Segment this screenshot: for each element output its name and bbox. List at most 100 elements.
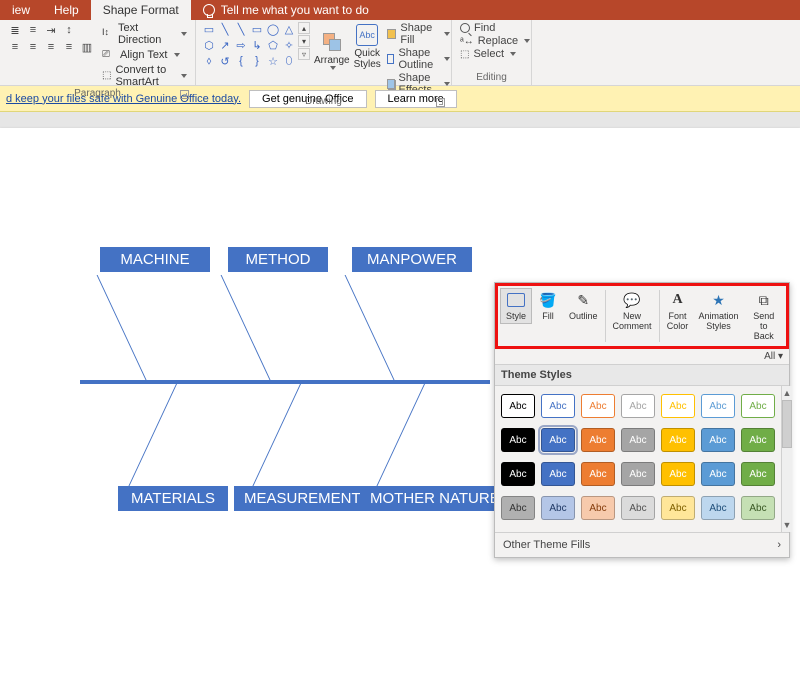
fish-label-measurements[interactable]: MEASUREMENTS bbox=[234, 486, 381, 511]
theme-style-swatch[interactable]: Abc bbox=[741, 462, 775, 486]
animation-styles-tool[interactable]: ★Animation Styles bbox=[694, 288, 744, 334]
theme-style-swatch[interactable]: Abc bbox=[741, 428, 775, 452]
theme-style-swatch[interactable]: Abc bbox=[741, 394, 775, 418]
scroll-down-icon[interactable]: ▼ bbox=[782, 520, 792, 530]
align-text-button[interactable]: Align Text bbox=[100, 48, 189, 62]
theme-style-swatch[interactable]: Abc bbox=[701, 462, 735, 486]
replace-icon: ᵃ↔ bbox=[460, 36, 474, 47]
theme-styles-header: Theme Styles bbox=[495, 364, 789, 386]
format-panel: Style 🪣Fill ✎Outline 💬New Comment AFont … bbox=[494, 282, 790, 558]
theme-style-swatch[interactable]: Abc bbox=[701, 428, 735, 452]
send-to-back-tool[interactable]: ⧉Send to Back bbox=[744, 288, 784, 344]
theme-style-swatch[interactable]: Abc bbox=[621, 462, 655, 486]
scroll-thumb[interactable] bbox=[782, 400, 792, 448]
fishbone-branch[interactable] bbox=[97, 275, 147, 381]
fish-label-mother-nature[interactable]: MOTHER NATURE bbox=[360, 486, 510, 511]
chevron-down-icon bbox=[181, 32, 187, 36]
theme-style-swatch[interactable]: Abc bbox=[501, 394, 535, 418]
numbering-button[interactable]: ≡ bbox=[24, 22, 42, 38]
theme-style-swatch[interactable]: Abc bbox=[661, 428, 695, 452]
replace-button[interactable]: ᵃ↔Replace bbox=[458, 35, 532, 47]
tab-view[interactable]: iew bbox=[0, 0, 42, 20]
arrange-button[interactable]: Arrange bbox=[314, 22, 350, 70]
arrange-icon bbox=[321, 31, 343, 53]
theme-style-swatch[interactable]: Abc bbox=[541, 428, 575, 452]
theme-style-swatch[interactable]: Abc bbox=[541, 462, 575, 486]
tab-help[interactable]: Help bbox=[42, 0, 91, 20]
find-button[interactable]: Find bbox=[458, 22, 532, 34]
theme-style-swatch[interactable]: Abc bbox=[501, 462, 535, 486]
theme-style-swatch[interactable]: Abc bbox=[581, 496, 615, 520]
text-direction-button[interactable]: Text Direction bbox=[100, 22, 189, 46]
theme-style-swatch[interactable]: Abc bbox=[541, 496, 575, 520]
indent-button[interactable]: ⇥ bbox=[42, 22, 60, 38]
style-icon bbox=[505, 291, 527, 309]
separator bbox=[659, 290, 660, 342]
dialog-launcher-icon[interactable] bbox=[436, 98, 445, 107]
fishbone-spine[interactable] bbox=[80, 380, 490, 384]
fish-label-manpower[interactable]: MANPOWER bbox=[352, 247, 472, 272]
select-button[interactable]: ⬚Select bbox=[458, 48, 532, 60]
find-icon bbox=[460, 23, 470, 33]
fish-label-method[interactable]: METHOD bbox=[228, 247, 328, 272]
style-tool[interactable]: Style bbox=[500, 288, 532, 324]
align-center-button[interactable]: ≡ bbox=[24, 39, 42, 55]
theme-style-swatch[interactable]: Abc bbox=[661, 462, 695, 486]
new-comment-tool[interactable]: 💬New Comment bbox=[608, 288, 657, 334]
ribbon: ≣ ≡ ⇥ ↕ ≡ ≡ ≡ ≡ ▥ Text Direction Align T… bbox=[0, 20, 800, 86]
select-icon: ⬚ bbox=[460, 49, 469, 60]
dialog-launcher-icon[interactable] bbox=[180, 90, 189, 99]
menu-bar: iew Help Shape Format Tell me what you w… bbox=[0, 0, 800, 20]
theme-style-swatch[interactable]: Abc bbox=[501, 428, 535, 452]
columns-button[interactable]: ▥ bbox=[78, 39, 96, 55]
fill-icon: 🪣 bbox=[537, 291, 559, 309]
shapes-gallery[interactable]: ▭╲╲▭◯△ ⬡↗⇨↳⬠✧ ⬨↺{}☆⬯ bbox=[202, 22, 296, 68]
fish-label-machine[interactable]: MACHINE bbox=[100, 247, 210, 272]
convert-smartart-button[interactable]: Convert to SmartArt bbox=[100, 64, 189, 88]
outline-icon: ✎ bbox=[572, 291, 594, 309]
theme-style-swatch[interactable]: Abc bbox=[701, 394, 735, 418]
tell-me[interactable]: Tell me what you want to do bbox=[203, 0, 369, 20]
justify-button[interactable]: ≡ bbox=[60, 39, 78, 55]
bullets-button[interactable]: ≣ bbox=[6, 22, 24, 38]
quick-styles-button[interactable]: Abc Quick Styles bbox=[354, 22, 381, 70]
theme-style-swatch[interactable]: Abc bbox=[621, 394, 655, 418]
theme-style-swatch[interactable]: Abc bbox=[621, 496, 655, 520]
fill-tool[interactable]: 🪣Fill bbox=[532, 288, 564, 324]
theme-style-swatch[interactable]: Abc bbox=[581, 428, 615, 452]
tab-shape-format[interactable]: Shape Format bbox=[91, 0, 191, 20]
gallery-scrollbar[interactable]: ▲ ▼ bbox=[781, 386, 792, 532]
highlight-box: Style 🪣Fill ✎Outline 💬New Comment AFont … bbox=[495, 283, 789, 349]
theme-style-swatch[interactable]: Abc bbox=[741, 496, 775, 520]
linespacing-button[interactable]: ↕ bbox=[60, 22, 78, 38]
lightbulb-icon bbox=[203, 4, 215, 16]
fish-label-materials[interactable]: MATERIALS bbox=[118, 486, 228, 511]
theme-style-swatch[interactable]: Abc bbox=[501, 496, 535, 520]
fishbone-branch[interactable] bbox=[221, 275, 271, 381]
align-left-button[interactable]: ≡ bbox=[6, 39, 24, 55]
scroll-up-icon[interactable]: ▲ bbox=[782, 388, 792, 398]
fishbone-branch[interactable] bbox=[345, 275, 395, 381]
align-text-icon bbox=[102, 48, 116, 62]
format-toolbar: Style 🪣Fill ✎Outline 💬New Comment AFont … bbox=[500, 288, 784, 344]
other-theme-fills-button[interactable]: Other Theme Fills› bbox=[495, 532, 789, 557]
all-styles-button[interactable]: All ▾ bbox=[495, 349, 789, 364]
fishbone-branch[interactable] bbox=[251, 384, 301, 490]
align-right-button[interactable]: ≡ bbox=[42, 39, 60, 55]
theme-style-swatch[interactable]: Abc bbox=[581, 394, 615, 418]
theme-style-swatch[interactable]: Abc bbox=[701, 496, 735, 520]
shape-fill-button[interactable]: Shape Fill bbox=[385, 22, 452, 46]
slide-canvas[interactable]: MACHINE METHOD MANPOWER MATERIALS MEASUR… bbox=[0, 112, 800, 688]
outline-tool[interactable]: ✎Outline bbox=[564, 288, 603, 324]
fishbone-branch[interactable] bbox=[375, 384, 425, 490]
theme-style-swatch[interactable]: Abc bbox=[581, 462, 615, 486]
fishbone-branch[interactable] bbox=[127, 384, 177, 490]
shape-outline-button[interactable]: Shape Outline bbox=[385, 47, 452, 71]
theme-style-swatch[interactable]: Abc bbox=[541, 394, 575, 418]
shapes-gallery-nav[interactable]: ▴▾▿ bbox=[298, 22, 310, 68]
theme-style-swatch[interactable]: Abc bbox=[661, 394, 695, 418]
font-color-tool[interactable]: AFont Color bbox=[662, 288, 694, 334]
group-label-drawing: Drawing bbox=[202, 96, 445, 109]
theme-style-swatch[interactable]: Abc bbox=[661, 496, 695, 520]
theme-style-swatch[interactable]: Abc bbox=[621, 428, 655, 452]
